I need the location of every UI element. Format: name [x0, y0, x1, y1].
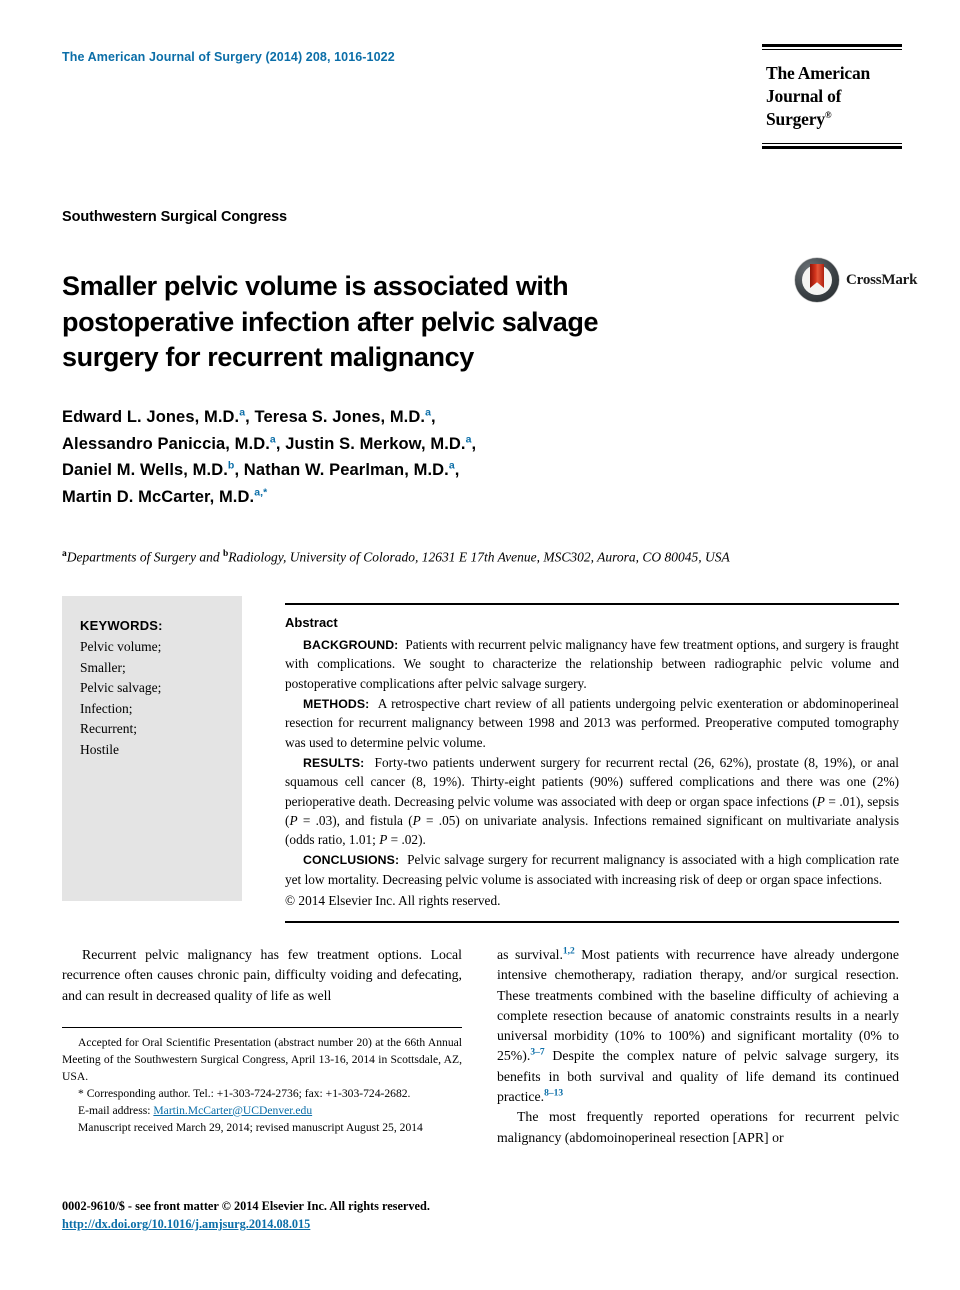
author-line-4: Martin D. McCarter, M.D.a,* [62, 484, 702, 511]
keyword-item: Hostile [80, 741, 119, 757]
author-separator: , [431, 408, 436, 426]
citation-ref[interactable]: 3–7 [530, 1048, 544, 1058]
citation-ref[interactable]: 8–13 [544, 1088, 563, 1098]
paper-page: The American Journal of Surgery (2014) 2… [0, 0, 960, 1290]
author-name: Martin D. McCarter, M.D. [62, 488, 255, 507]
intro-paragraph-right: as survival.1,2 Most patients with recur… [497, 945, 899, 1107]
author-name: , Justin S. Merkow, M.D. [275, 434, 466, 453]
abstract-section: Abstract BACKGROUND: Patients with recur… [285, 614, 899, 911]
page-title: Smaller pelvic volume is associated with… [62, 271, 599, 373]
logo-bottom-rule [762, 143, 902, 150]
author-line-3: Daniel M. Wells, M.D.b, Nathan W. Pearlm… [62, 457, 702, 484]
abstract-label-conclusions: CONCLUSIONS: [303, 852, 400, 867]
author-separator: , [471, 434, 477, 453]
crossmark-label: CrossMark [846, 271, 918, 288]
email-link[interactable]: Martin.McCarter@UCDenver.edu [153, 1104, 312, 1117]
affiliation: aDepartments of Surgery and bRadiology, … [62, 547, 762, 568]
corresponding-text: Corresponding author. Tel.: +1-303-724-2… [83, 1086, 411, 1100]
abstract-top-rule [285, 603, 899, 605]
intro-paragraph-left: Recurrent pelvic malignancy has few trea… [62, 947, 462, 1003]
intro-text-1: as survival. [497, 947, 563, 962]
abstract-text-results: Forty-two patients underwent surgery for… [285, 754, 900, 847]
author-line-1: Edward L. Jones, M.D.a, Teresa S. Jones,… [62, 404, 702, 431]
footer-issn: 0002-9610/$ - see front matter © 2014 El… [62, 1199, 430, 1213]
logo-trademark: ® [824, 110, 832, 121]
affil-text-2: Radiology, University of Colorado, 12631… [228, 549, 730, 565]
footnote-rule [62, 1027, 462, 1028]
author-name: Daniel M. Wells, M.D. [62, 461, 228, 480]
intro-text-2: Most patients with recurrence have alrea… [497, 947, 899, 1064]
journal-citation: The American Journal of Surgery (2014) 2… [62, 50, 395, 64]
page-footer: 0002-9610/$ - see front matter © 2014 El… [62, 1197, 622, 1234]
keyword-item: Recurrent; [80, 721, 137, 737]
doi-link[interactable]: http://dx.doi.org/10.1016/j.amjsurg.2014… [62, 1217, 310, 1231]
author-line-2: Alessandro Paniccia, M.D.a, Justin S. Me… [62, 431, 702, 458]
logo-line-2: Journal of Surgery® [762, 85, 902, 131]
abstract-label-background: BACKGROUND: [303, 637, 399, 652]
abstract-heading: Abstract [285, 615, 338, 630]
abstract-background: BACKGROUND: Patients with recurrent pelv… [285, 635, 899, 693]
journal-logo: The American Journal of Surgery® [762, 44, 902, 150]
footnote-accepted: Accepted for Oral Scientific Presentatio… [62, 1036, 462, 1083]
author-separator: , [454, 461, 460, 480]
body-column-right: as survival.1,2 Most patients with recur… [497, 945, 899, 1148]
email-label: E-mail address: [78, 1103, 151, 1117]
body-column-left: Recurrent pelvic malignancy has few trea… [62, 945, 462, 1006]
abstract-label-methods: METHODS: [303, 696, 370, 711]
abstract-conclusions: CONCLUSIONS: Pelvic salvage surgery for … [285, 850, 899, 889]
crossmark-badge[interactable]: CrossMark [795, 258, 917, 302]
author-name: Alessandro Paniccia, M.D. [62, 434, 270, 453]
footnote-manuscript: Manuscript received March 29, 2014; revi… [78, 1120, 423, 1134]
abstract-results: RESULTS: Forty-two patients underwent su… [285, 753, 899, 849]
abstract-bottom-rule [285, 921, 899, 923]
logo-line-1: The American [766, 63, 871, 83]
crossmark-icon [795, 258, 839, 302]
masthead: The American Journal of Surgery (2014) 2… [62, 50, 762, 64]
keyword-item: Pelvic volume; [80, 639, 162, 654]
affil-text-1: Departments of Surgery and [66, 549, 223, 565]
author-list: Edward L. Jones, M.D.a, Teresa S. Jones,… [62, 404, 702, 511]
keyword-item: Pelvic salvage; [80, 680, 162, 696]
author-name: , Nathan W. Pearlman, M.D. [234, 461, 449, 480]
keyword-item: Smaller; [80, 659, 126, 675]
author-name: Edward L. Jones, M.D. [62, 408, 240, 426]
author-name: , Teresa S. Jones, M.D. [245, 408, 426, 426]
logo-top-rule [762, 44, 902, 50]
corresponding-author-marker[interactable]: * [263, 487, 267, 499]
citation-ref[interactable]: 1,2 [563, 946, 575, 956]
abstract-copyright: © 2014 Elsevier Inc. All rights reserved… [285, 892, 501, 908]
logo-line-2-text: Journal of Surgery [766, 86, 842, 130]
footnotes: Accepted for Oral Scientific Presentatio… [62, 1035, 462, 1137]
intro-paragraph-right-2: The most frequently reported operations … [497, 1109, 899, 1145]
abstract-methods: METHODS: A retrospective chart review of… [285, 694, 899, 752]
keyword-item: Infection; [80, 700, 133, 716]
society-name: Southwestern Surgical Congress [62, 209, 288, 225]
footnote-corresponding: * Corresponding author. Tel.: +1-303-724… [62, 1086, 462, 1103]
footnote-email: E-mail address: Martin.McCarter@UCDenver… [62, 1103, 462, 1120]
abstract-label-results: RESULTS: [303, 755, 365, 770]
author-affil-marker[interactable]: a, [254, 487, 263, 499]
keywords-heading: KEYWORDS: [80, 618, 163, 633]
abstract-text-methods: A retrospective chart review of all pati… [285, 695, 899, 750]
keywords-box: KEYWORDS: Pelvic volume; Smaller; Pelvic… [62, 596, 242, 901]
crossmark-shield-icon [810, 264, 824, 288]
